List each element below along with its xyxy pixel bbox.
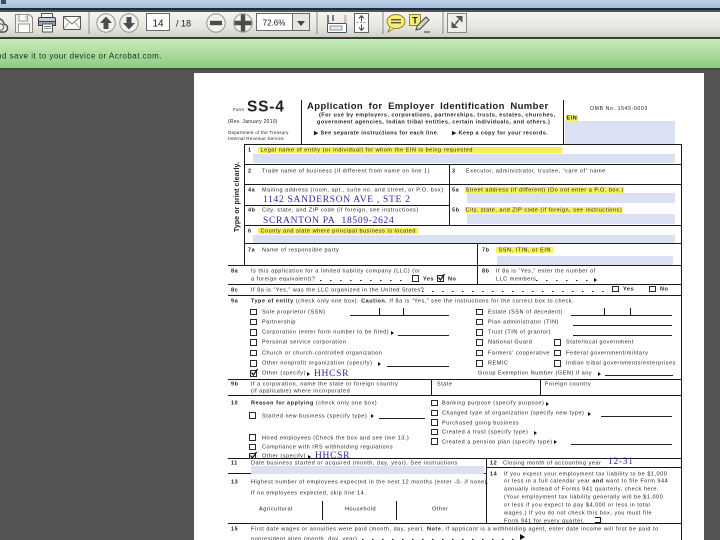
svg-text:14: 14 xyxy=(152,19,164,30)
svg-text:/ 18: / 18 xyxy=(176,19,191,29)
svg-text:T: T xyxy=(412,16,418,26)
svg-text:72.6%: 72.6% xyxy=(263,19,286,28)
